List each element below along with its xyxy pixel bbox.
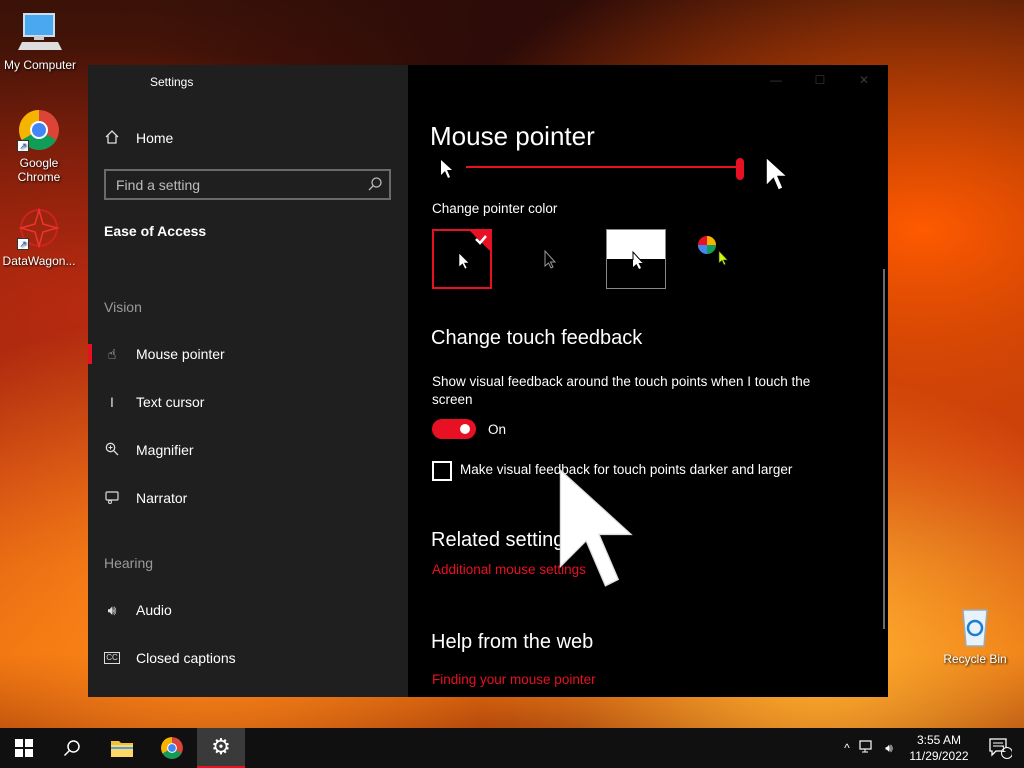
search-icon	[63, 740, 80, 757]
main-content: — ☐ ✕ Mouse pointer Change pointer color	[408, 65, 888, 697]
pointer-size-slider-thumb[interactable]	[736, 158, 744, 180]
magnifier-icon	[104, 442, 120, 459]
active-indicator	[88, 344, 92, 364]
start-button[interactable]	[0, 728, 48, 768]
desktop-icon-my-computer[interactable]: My Computer	[0, 10, 80, 72]
notification-count: 1	[1001, 744, 1007, 754]
search-button[interactable]	[48, 728, 96, 768]
narrator-icon	[104, 490, 120, 507]
touch-feedback-heading: Change touch feedback	[431, 327, 643, 349]
clock[interactable]: 3:55 AM 11/29/2022	[900, 732, 978, 764]
chrome-icon: ↗	[17, 108, 61, 152]
small-pointer-icon	[440, 159, 454, 184]
desktop-icon-label: Google Chrome	[17, 156, 61, 184]
touch-feedback-toggle[interactable]	[432, 419, 476, 439]
text-cursor-icon: I	[110, 394, 114, 410]
settings-taskbar-button[interactable]: ⚙	[197, 728, 245, 768]
cc-icon: CC	[104, 652, 120, 664]
pointer-color-inverted-option[interactable]	[606, 229, 666, 289]
minimize-button[interactable]: —	[766, 73, 786, 89]
desktop-icon-label: My Computer	[3, 58, 77, 72]
category-heading: Ease of Access	[104, 223, 207, 239]
mouse-pointer-icon: ☝	[107, 345, 117, 362]
search-icon[interactable]	[367, 176, 383, 192]
volume-icon[interactable]: 🔊︎	[878, 741, 900, 756]
section-label-vision: Vision	[104, 299, 142, 315]
action-center-button[interactable]: 1	[976, 728, 1024, 768]
sidebar-item-home[interactable]: Home	[104, 123, 173, 153]
desktop-icon-google-chrome[interactable]: ↗ Google Chrome	[0, 108, 79, 184]
change-pointer-color-label: Change pointer color	[432, 201, 558, 216]
pointer-color-black-option[interactable]	[518, 229, 578, 289]
gear-icon: ⚙	[211, 734, 231, 759]
sidebar-item-label: Magnifier	[136, 442, 194, 458]
chrome-icon	[161, 737, 183, 759]
sidebar-item-mouse-pointer[interactable]: ☝ Mouse pointer	[104, 339, 225, 369]
taskbar: ⚙ ^ 🔊︎ 3:55 AM 11/29/2022 1	[0, 728, 1024, 768]
system-tray: ^ 🔊︎	[838, 728, 900, 768]
darker-larger-checkbox[interactable]	[432, 461, 452, 481]
folder-icon	[111, 741, 133, 757]
help-heading: Help from the web	[431, 631, 594, 653]
file-explorer-button[interactable]	[98, 728, 146, 768]
sidebar-item-text-cursor[interactable]: I Text cursor	[104, 387, 204, 417]
desktop-icon-label: DataWagon...	[2, 254, 76, 268]
shortcut-arrow-icon: ↗	[17, 238, 29, 250]
sidebar-item-closed-captions[interactable]: CC Closed captions	[104, 643, 236, 673]
desktop-icon-recycle-bin[interactable]: Recycle Bin	[935, 604, 1015, 666]
speaker-icon: 🔊︎	[107, 601, 117, 618]
windows-icon	[15, 739, 33, 757]
window-title: Settings	[150, 75, 194, 89]
related-settings-heading: Related settings	[431, 529, 575, 551]
finding-mouse-pointer-link[interactable]: Finding your mouse pointer	[432, 672, 596, 687]
scrollbar[interactable]	[883, 269, 885, 629]
page-title: Mouse pointer	[430, 121, 595, 151]
search-box[interactable]	[104, 169, 391, 200]
clock-time: 3:55 AM	[916, 733, 962, 747]
sidebar-item-label: Mouse pointer	[136, 346, 225, 362]
large-cursor-icon	[559, 468, 633, 587]
desktop-icon-datawagon[interactable]: ↗ DataWagon...	[0, 206, 79, 268]
sidebar-item-label: Text cursor	[136, 394, 205, 410]
sidebar-item-magnifier[interactable]: Magnifier	[104, 435, 194, 465]
datawagon-icon: ↗	[17, 206, 61, 250]
maximize-button[interactable]: ☐	[810, 73, 830, 89]
home-icon	[104, 129, 120, 147]
pointer-size-slider-track[interactable]	[466, 166, 744, 168]
computer-icon	[18, 10, 62, 54]
shortcut-arrow-icon: ↗	[17, 140, 29, 152]
clock-date: 11/29/2022	[909, 749, 969, 763]
chrome-taskbar-button[interactable]	[148, 728, 196, 768]
sidebar-item-label: Narrator	[136, 490, 188, 506]
notification-icon	[989, 738, 1012, 759]
settings-window: Settings Home Ease of Access Vision ☝ Mo…	[88, 65, 888, 697]
pointer-color-white-option[interactable]	[432, 229, 492, 289]
toggle-knob	[460, 424, 470, 434]
desktop-icon-label: Recycle Bin	[943, 652, 1007, 666]
large-pointer-icon	[762, 157, 792, 196]
toggle-state-label: On	[488, 422, 507, 437]
close-button[interactable]: ✕	[854, 73, 874, 89]
touch-feedback-description: Show visual feedback around the touch po…	[432, 374, 811, 407]
sidebar-item-label: Home	[136, 130, 174, 146]
chevron-up-icon[interactable]: ^	[838, 741, 856, 755]
sidebar-item-label: Closed captions	[136, 650, 236, 666]
sidebar-item-narrator[interactable]: Narrator	[104, 483, 187, 513]
network-icon[interactable]	[856, 739, 878, 757]
section-label-hearing: Hearing	[104, 555, 154, 571]
recycle-bin-icon	[953, 604, 997, 648]
search-input[interactable]	[106, 171, 389, 198]
sidebar-item-label: Audio	[136, 602, 172, 618]
sidebar-item-audio[interactable]: 🔊︎ Audio	[104, 595, 172, 625]
pointer-color-custom-option[interactable]	[690, 229, 750, 289]
sidebar: Settings Home Ease of Access Vision ☝ Mo…	[88, 65, 408, 697]
